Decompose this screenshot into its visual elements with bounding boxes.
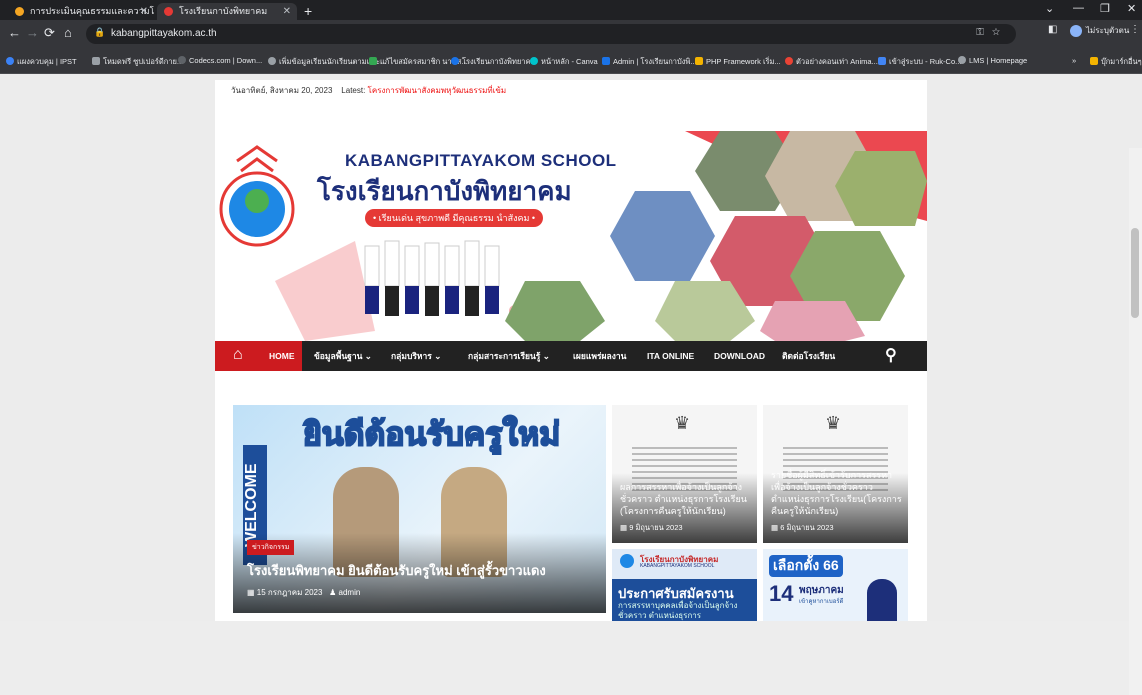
page-scrollbar[interactable] [1129,148,1142,695]
bookmark-item[interactable]: LMS | Homepage [958,56,1027,65]
featured-meta: ▦ 15 กรกฎาคม 2023 ♟ admin [247,588,361,597]
scrollbar-thumb[interactable] [1131,228,1139,318]
news-card[interactable]: โรงเรียนกาบังพิทยาคม KABANGPITTAYAKOM SC… [612,549,757,621]
chevron-down-icon: ⌄ [542,351,550,361]
bookmark-star-icon[interactable]: ☆ [992,27,1008,38]
forward-icon[interactable]: → [26,25,39,40]
category-badge[interactable]: ข่าวกิจกรรม [247,540,295,555]
election-day: 14 [769,581,794,606]
home-icon[interactable]: ⌂ [64,25,72,40]
current-date: วันอาทิตย์, สิงหาคม 20, 2023 [231,86,333,95]
card-date: ▦ 6 มิถุนายน 2023 [771,523,834,532]
bookmark-item[interactable]: เข้าสู่ระบบ - Ruk-Co... [878,56,961,68]
tab-favicon-icon [15,7,24,16]
students-illustration [364,240,500,316]
site-container: วันอาทิตย์, สิงหาคม 20, 2023 Latest: โคร… [215,80,927,621]
calendar-icon: ▦ [620,523,628,532]
nav-admin-groups[interactable]: กลุ่มบริหาร ⌄ [391,341,441,371]
url-text: kabangpittayakom.ac.th [111,28,217,39]
bookmark-item[interactable]: PHP Framework เริ่ม... [695,56,781,68]
close-tab-icon[interactable]: ✕ [140,3,148,20]
tab-school[interactable]: โรงเรียนกาบังพิทยาคม ✕ [157,3,297,20]
bookmark-folder[interactable]: บุ๊กมาร์กอื่นๆ [1090,56,1142,68]
bookmark-item[interactable]: ตัวอย่างคอนเท่า Anima... [785,56,878,68]
new-tab-icon[interactable]: + [304,3,312,19]
featured-headline-graphic: ยินดีต้อนรับครูใหม่ [302,415,561,453]
tab-ita[interactable]: การประเมินคุณธรรมและความโปร่งใส (I ✕ [8,3,154,20]
reload-icon[interactable]: ⟳ [44,25,55,41]
school-motto: • เรียนเด่น สุขภาพดี มีคุณธรรม นำสังคม • [365,209,544,227]
search-icon[interactable]: ⚲ [885,341,897,371]
restore-icon[interactable]: ❐ [1100,2,1110,15]
nav-publications[interactable]: เผยแพร่ผลงาน [573,341,626,371]
browser-chrome: การประเมินคุณธรรมและความโปร่งใส (I ✕ โรง… [0,0,1142,74]
bookmark-item[interactable]: Admin | โรงเรียนกาบังพิ... [602,56,697,68]
tab-strip: การประเมินคุณธรรมและความโปร่งใส (I ✕ โรง… [0,0,1142,20]
profile-label[interactable]: ไม่ระบุตัวตน [1086,24,1129,37]
official-photo [867,579,897,621]
tab-label: โรงเรียนกาบังพิทยาคม [179,6,268,16]
chevron-down-icon: ⌄ [434,351,442,361]
card-school-name-en: KABANGPITTAYAKOM SCHOOL [640,563,715,569]
header-banner: KABANGPITTAYAKOM SCHOOL โรงเรียนกาบังพิท… [215,131,927,341]
bookmark-item[interactable]: Codecs.com | Down... [178,56,262,65]
bookmark-item[interactable]: แผงควบคุม | IPST [6,56,77,68]
home-icon: ⌂ [233,346,243,363]
tab-search-icon[interactable]: ⌄ [1045,2,1054,15]
election-subtext: เข้าคูหากาเบอร์ดี [799,599,844,605]
school-name-th: โรงเรียนกาบังพิทยาคม [317,176,572,206]
nav-basic-info[interactable]: ข้อมูลพื้นฐาน ⌄ [314,341,372,371]
latest-label: Latest: [341,86,366,95]
close-window-icon[interactable]: ✕ [1127,2,1136,15]
back-icon[interactable]: ← [8,25,21,40]
omnibox-actions: ⚿☆ [976,27,1008,38]
news-card[interactable]: เลือกตั้ง 66 14 พฤษภาคม เข้าคูหากาเบอร์ด… [763,549,908,621]
calendar-icon: ▦ [771,523,779,532]
close-tab-icon[interactable]: ✕ [283,3,291,20]
card-title[interactable]: เลือกตั้ง 66 [769,555,843,577]
chevron-down-icon: ⌄ [364,351,372,361]
bookmarks-overflow-icon[interactable]: » [1072,56,1076,65]
nav-ita-online[interactable]: ITA ONLINE [647,341,694,371]
author-link[interactable]: admin [339,588,361,597]
lock-icon: 🔒 [94,27,106,37]
nav-contact[interactable]: ติดต่อโรงเรียน [782,341,835,371]
bookmark-item[interactable]: โหมดฟรี ซูปเปอร์ดีกาย... [92,56,183,68]
main-nav: ⌂ HOME ข้อมูลพื้นฐาน ⌄ กลุ่มบริหาร ⌄ กลุ… [215,341,927,371]
minimize-icon[interactable]: — [1073,2,1084,14]
nav-home[interactable]: ⌂ HOME [215,341,302,371]
card-subtitle: การสรรหาบุคคลเพื่อจ้างเป็นลูกจ้างชั่วครา… [618,601,738,620]
featured-title[interactable]: โรงเรียนพิทยาคม ยินดีต้อนรับครูใหม่ เข้า… [247,560,546,581]
tab-favicon-icon [164,7,173,16]
bookmarks-bar: แผงควบคุม | IPST โหมดฟรี ซูปเปอร์ดีกาย..… [0,48,1142,74]
top-bar: วันอาทิตย์, สิงหาคม 20, 2023 Latest: โคร… [215,80,927,102]
nav-label: HOME [269,351,295,361]
garuda-emblem-icon: ♛ [674,413,691,433]
bookmark-item[interactable]: โรงเรียนกาบังพิทยาคม [451,56,535,68]
featured-post[interactable]: WELCOME ยินดีต้อนรับครูใหม่ ข่าวกิจกรรม … [233,405,606,613]
school-logo [219,145,295,247]
address-bar[interactable]: 🔒 kabangpittayakom.ac.th ⚿☆ [86,24,1016,44]
menu-kebab-icon[interactable]: ⋮ [1130,24,1140,35]
card-date: ▦ 9 มิถุนายน 2023 [620,523,683,532]
user-icon: ♟ [329,588,337,597]
news-card[interactable]: ♛ ผลการสรรหาเพื่อจ้างเป็นลูกจ้างชั่วคราว… [612,405,757,543]
card-title[interactable]: ผลการสรรหาเพื่อจ้างเป็นลูกจ้างชั่วคราว ต… [620,481,751,517]
news-card[interactable]: ♛ รายชื่อผู้มีสิทธิ์เข้ารับการสรรหาเพื่อ… [763,405,908,543]
school-logo-icon [620,554,634,568]
school-name-en: KABANGPITTAYAKOM SCHOOL [345,151,617,170]
garuda-emblem-icon: ♛ [825,413,842,433]
page-viewport: วันอาทิตย์, สิงหาคม 20, 2023 Latest: โคร… [0,74,1142,695]
sidepanel-icon[interactable]: ◧ [1048,24,1057,35]
toolbar: ← → ⟳ ⌂ 🔒 kabangpittayakom.ac.th ⚿☆ [0,20,1142,48]
nav-subject-groups[interactable]: กลุ่มสาระการเรียนรู้ ⌄ [468,341,550,371]
card-title[interactable]: รายชื่อผู้มีสิทธิ์เข้ารับการสรรหาเพื่อจ้… [771,469,902,517]
calendar-icon: ▦ [247,588,255,597]
tab-label: การประเมินคุณธรรมและความโปร่งใส (I [30,6,154,16]
latest-news-ticker[interactable]: โครงการพัฒนาสังคมพหุวัฒนธรรมที่เข้ม [368,86,507,95]
bookmark-item[interactable]: หน้าหลัก - Canva [530,56,598,68]
key-icon[interactable]: ⚿ [976,27,992,38]
incognito-avatar-icon[interactable] [1070,25,1082,37]
nav-download[interactable]: DOWNLOAD [714,341,765,371]
